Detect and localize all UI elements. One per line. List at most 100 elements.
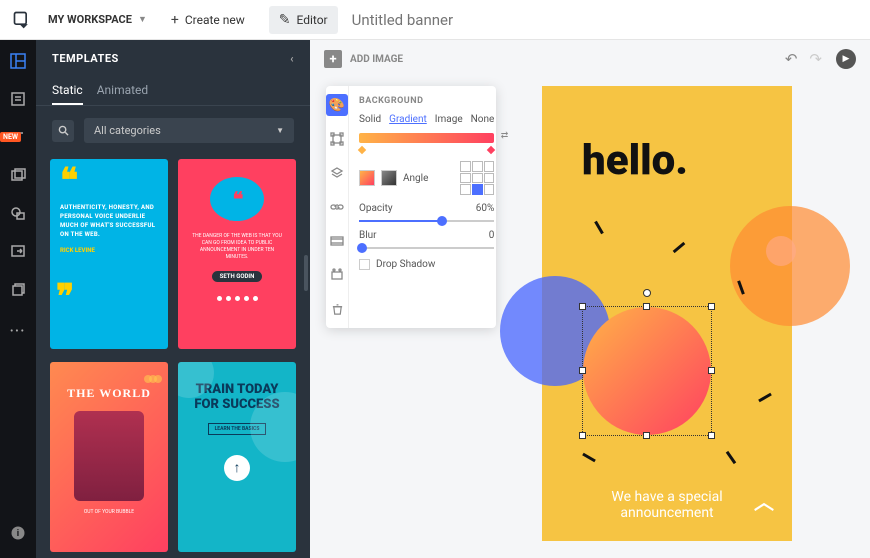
resize-handle[interactable] <box>643 303 650 310</box>
template-scrollbar[interactable] <box>304 255 308 291</box>
rail-list-icon[interactable] <box>7 88 29 110</box>
angle-picker[interactable] <box>460 161 494 195</box>
resize-handle[interactable] <box>708 367 715 374</box>
document-title-input[interactable] <box>352 11 862 29</box>
decoration-icon <box>147 368 162 387</box>
panel-delete-icon[interactable] <box>326 298 348 320</box>
template-search-button[interactable] <box>52 120 74 142</box>
decoration-tick <box>594 221 604 235</box>
editor-button[interactable]: ✎ Editor <box>269 6 338 34</box>
resize-handle[interactable] <box>579 367 586 374</box>
rail-layouts-icon[interactable] <box>7 50 29 72</box>
rail-more-icon[interactable]: ••• <box>10 326 26 337</box>
play-button[interactable]: ▶ <box>836 49 856 69</box>
resize-handle[interactable] <box>708 303 715 310</box>
angle-label: Angle <box>403 173 428 184</box>
panel-transform-icon[interactable] <box>326 128 348 150</box>
canvas-area: + ADD IMAGE ↶ ↷ ▶ 🎨 BACKGROUN <box>310 40 870 558</box>
collapse-panel-icon[interactable]: ‹ <box>290 52 294 65</box>
fill-tab-gradient[interactable]: Gradient <box>389 114 427 125</box>
peach-circle[interactable] <box>766 236 796 266</box>
decoration-tick <box>582 453 596 463</box>
gradient-stops[interactable] <box>359 147 494 153</box>
quote-open-icon: ❝ <box>60 171 158 191</box>
panel-animation-icon[interactable] <box>326 264 348 286</box>
panel-heading: BACKGROUND <box>359 96 494 106</box>
new-badge: NEW <box>0 132 21 142</box>
blur-slider[interactable] <box>359 247 494 249</box>
panel-layers-icon[interactable] <box>326 162 348 184</box>
templates-heading: TEMPLATES <box>52 52 119 65</box>
opacity-label: Opacity <box>359 203 393 214</box>
orange-circle[interactable] <box>730 206 850 326</box>
pencil-icon: ✎ <box>279 12 291 28</box>
drop-shadow-checkbox[interactable] <box>359 259 370 270</box>
template-text: AUTHENTICITY, HONESTY, AND PERSONAL VOIC… <box>60 203 158 239</box>
decoration-tick <box>673 242 686 253</box>
template-author: SETH GODIN <box>212 271 263 282</box>
create-new-button[interactable]: + Create new <box>161 6 255 34</box>
svg-text:i: i <box>17 529 19 539</box>
plus-icon: + <box>171 12 179 28</box>
gradient-bar[interactable] <box>359 133 494 143</box>
templates-panel: TEMPLATES ‹ Static Animated All categori… <box>36 40 310 558</box>
blur-label: Blur <box>359 230 377 241</box>
selected-shape[interactable] <box>583 307 711 435</box>
rail-export-icon[interactable] <box>7 240 29 262</box>
arrow-up-icon: ↑ <box>224 455 250 481</box>
add-image-label: ADD IMAGE <box>350 54 403 65</box>
template-card[interactable]: TRAIN TODAY FOR SUCCESS LEARN THE BASICS… <box>178 362 296 552</box>
canvas-toolbar: + ADD IMAGE ↶ ↷ ▶ <box>310 40 870 78</box>
gradient-swatch-2[interactable] <box>381 170 397 186</box>
workspace-selector[interactable]: MY WORKSPACE ▼ <box>48 13 147 26</box>
quote-close-icon: ❝ <box>60 270 74 290</box>
fill-tab-image[interactable]: Image <box>435 114 463 125</box>
opacity-slider[interactable] <box>359 220 494 222</box>
blur-value: 0 <box>489 230 495 241</box>
template-subtitle: OUT OF YOUR BUBBLE <box>84 509 134 515</box>
panel-nav: 🎨 <box>326 86 349 328</box>
chevron-up-icon[interactable]: ︿ <box>754 486 774 515</box>
rail-shapes-icon[interactable] <box>7 202 29 224</box>
template-text: THE DANGER OF THE WEB IS THAT YOU CAN GO… <box>188 233 286 261</box>
plus-icon: + <box>324 50 342 68</box>
decoration-tick <box>758 393 772 403</box>
create-new-label: Create new <box>185 13 245 27</box>
redo-button[interactable]: ↷ <box>809 50 822 68</box>
rotate-handle[interactable] <box>643 289 651 297</box>
panel-color-icon[interactable]: 🎨 <box>326 94 348 116</box>
template-card[interactable]: ❝ AUTHENTICITY, HONESTY, AND PERSONAL VO… <box>50 159 168 349</box>
caret-down-icon: ▼ <box>138 14 147 25</box>
drop-shadow-label: Drop Shadow <box>376 259 435 270</box>
resize-handle[interactable] <box>579 303 586 310</box>
fill-tab-solid[interactable]: Solid <box>359 114 381 125</box>
left-rail: NEW ••• i <box>0 40 36 558</box>
selection-box[interactable] <box>582 306 712 436</box>
tab-static[interactable]: Static <box>52 77 83 105</box>
undo-button[interactable]: ↶ <box>785 50 798 68</box>
properties-panel: 🎨 BACKGROUND Solid Gradient Image None <box>326 86 496 328</box>
tab-animated[interactable]: Animated <box>97 77 148 105</box>
rail-images-icon[interactable] <box>7 164 29 186</box>
banner-canvas[interactable]: hello. <box>542 86 792 541</box>
resize-handle[interactable] <box>708 432 715 439</box>
template-author: RICK LEVINE <box>60 247 158 254</box>
rail-library-icon[interactable] <box>7 278 29 300</box>
app-logo[interactable] <box>8 6 36 34</box>
fill-tab-none[interactable]: None <box>471 114 495 125</box>
decoration-tick <box>726 451 736 464</box>
template-card[interactable]: THE WORLD OUT OF YOUR BUBBLE <box>50 362 168 552</box>
template-title: THE WORLD <box>67 386 151 401</box>
banner-headline[interactable]: hello. <box>582 136 688 185</box>
speech-bubble-icon: ❝ <box>210 177 264 221</box>
resize-handle[interactable] <box>579 432 586 439</box>
resize-handle[interactable] <box>643 432 650 439</box>
panel-link-icon[interactable] <box>326 196 348 218</box>
template-image-placeholder <box>74 411 144 501</box>
add-image-button[interactable]: + ADD IMAGE <box>324 50 403 68</box>
panel-video-icon[interactable] <box>326 230 348 252</box>
category-select[interactable]: All categories ▼ <box>84 118 294 143</box>
gradient-swatch-1[interactable] <box>359 170 375 186</box>
rail-info-icon[interactable]: i <box>7 522 29 544</box>
template-card[interactable]: ❝ THE DANGER OF THE WEB IS THAT YOU CAN … <box>178 159 296 349</box>
